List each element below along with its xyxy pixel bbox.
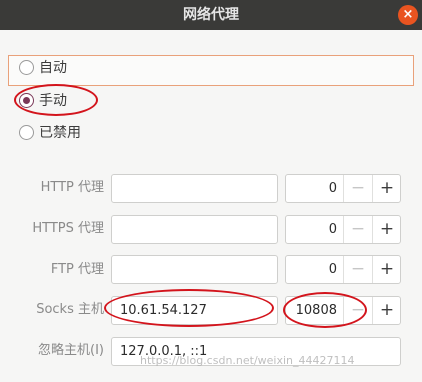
increment-icon[interactable]: + — [372, 256, 401, 283]
radio-disabled[interactable]: 已禁用 — [12, 118, 81, 146]
https-proxy-label: HTTPS 代理 — [32, 221, 104, 236]
ftp-port-value[interactable]: 0 — [286, 256, 341, 283]
radio-indicator[interactable] — [19, 124, 34, 140]
radio-label-manual: 手动 — [39, 93, 67, 109]
ignore-hosts-label: 忽略主机(I) — [38, 343, 104, 358]
increment-icon[interactable]: + — [372, 216, 401, 243]
radio-indicator[interactable] — [19, 59, 34, 75]
radio-automatic[interactable]: 自动 — [12, 53, 67, 81]
radio-label-automatic: 自动 — [39, 60, 67, 76]
https-proxy-port-stepper: 0 − + — [285, 215, 401, 244]
selected-option-highlight — [8, 55, 414, 86]
increment-icon[interactable]: + — [372, 175, 401, 202]
http-proxy-label: HTTP 代理 — [40, 180, 104, 195]
watermark: https://blog.csdn.net/weixin_44427114 — [140, 354, 355, 367]
https-port-value[interactable]: 0 — [286, 216, 341, 243]
socks-host-input[interactable]: 10.61.54.127 — [111, 296, 278, 325]
increment-icon[interactable]: + — [372, 297, 401, 324]
http-proxy-host-input[interactable] — [111, 174, 278, 203]
decrement-icon[interactable]: − — [343, 216, 372, 243]
http-port-value[interactable]: 0 — [286, 175, 341, 202]
decrement-icon[interactable]: − — [343, 256, 372, 283]
decrement-icon[interactable]: − — [343, 297, 372, 324]
radio-manual[interactable]: 手动 — [12, 86, 67, 114]
close-icon[interactable]: × — [398, 5, 418, 25]
https-proxy-host-input[interactable] — [111, 215, 278, 244]
http-proxy-port-stepper: 0 − + — [285, 174, 401, 203]
socks-port-value[interactable]: 10808 — [286, 297, 341, 324]
decrement-icon[interactable]: − — [343, 175, 372, 202]
radio-indicator-checked[interactable] — [19, 92, 34, 108]
window-title: 网络代理 — [183, 7, 239, 23]
socks-port-stepper: 10808 − + — [285, 296, 401, 325]
ftp-proxy-port-stepper: 0 − + — [285, 255, 401, 284]
radio-label-disabled: 已禁用 — [39, 125, 81, 141]
ftp-proxy-host-input[interactable] — [111, 255, 278, 284]
ftp-proxy-label: FTP 代理 — [50, 262, 104, 277]
socks-host-label: Socks 主机 — [36, 302, 104, 317]
window-titlebar: 网络代理 — [0, 0, 422, 30]
